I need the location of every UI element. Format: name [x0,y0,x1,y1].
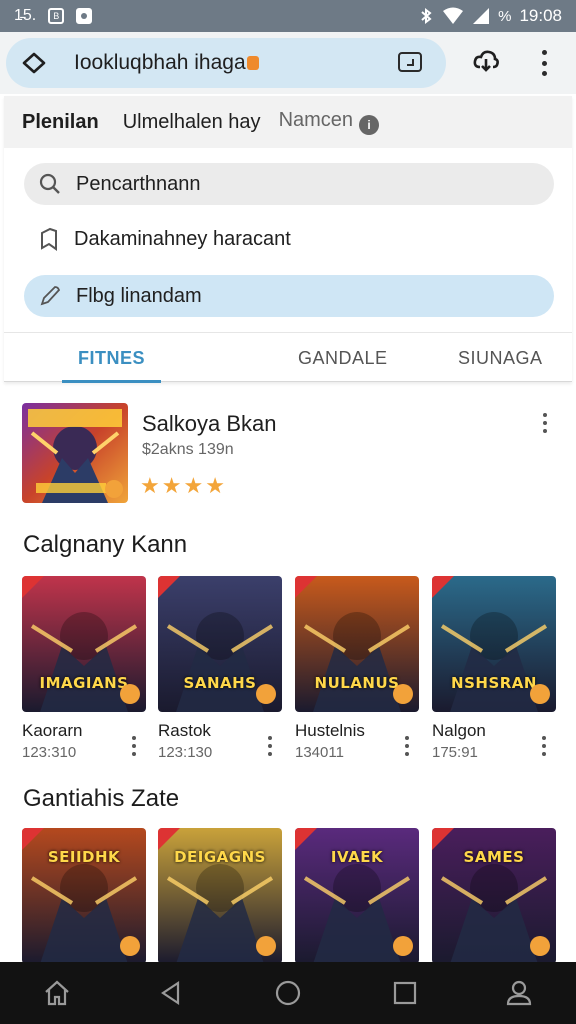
tab-switcher-icon[interactable] [398,52,422,72]
game-artwork[interactable]: NSHSRAN [432,576,556,712]
badge-icon [120,936,140,956]
menu-edit-item[interactable]: Flbg linandam [24,275,554,317]
rating-stars: ★ ★ ★ ★ [140,475,225,497]
game-card[interactable]: IVAEK [295,828,419,964]
home-icon[interactable] [20,49,48,77]
game-more-icon[interactable] [267,736,273,756]
star-icon: ★ [183,473,204,498]
status-clock: 19:08 [519,6,562,25]
section-title: Gantiahis Zate [23,785,180,812]
tab-fitnes[interactable]: FITNES [61,333,162,383]
category-tabs: FITNES GANDALE SIUNAGA [4,332,572,383]
game-more-icon[interactable] [404,736,410,756]
game-artwork[interactable]: SAMES [432,828,556,964]
game-card[interactable]: NSHSRAN Nalgon 175:91 [432,576,556,761]
system-nav-bar [0,962,576,1024]
menu-header-item-1[interactable]: Plenilan [22,111,99,134]
game-art-title: SAMES [463,848,525,866]
menu-search-label: Pencarthnann [76,172,201,195]
url-text[interactable]: Iookluqbhah ihaga [74,51,259,75]
game-card[interactable]: SAMES [432,828,556,964]
menu-edit-label: Flbg linandam [76,284,202,307]
back-icon[interactable] [154,976,188,1010]
game-more-icon[interactable] [541,736,547,756]
more-options-icon[interactable] [534,50,554,76]
game-card[interactable]: DEIGAGNS [158,828,282,964]
game-art-title: SEIIDHK [47,848,121,866]
browser-toolbar: Iookluqbhah ihaga [0,32,576,94]
url-bar[interactable]: Iookluqbhah ihaga [6,38,446,88]
signal-icon [473,8,490,24]
battery-icon: % [498,7,512,25]
info-icon: i [359,115,380,135]
tab-gandale[interactable]: GANDALE [298,333,388,383]
menu-search-item[interactable]: Pencarthnann [24,163,554,205]
star-icon: ★ [140,473,160,498]
bookmark-icon [41,227,57,251]
game-name[interactable]: Hustelnis [295,721,365,741]
game-meta: 175:91 [432,744,478,761]
browser-menu: Plenilan Ulmelhalen hay Namcen i Pencarth… [4,96,572,383]
pen-icon [40,286,61,306]
badge-icon [256,936,276,956]
featured-more-icon[interactable] [542,413,548,433]
badge-icon [120,684,140,704]
menu-bookmark-item[interactable]: Dakaminahney haracant [24,218,554,260]
game-artwork[interactable]: DEIGAGNS [158,828,282,964]
star-icon: ★ [205,473,225,498]
game-artwork[interactable]: NULANUS [295,576,419,712]
game-card[interactable]: SANAHS Rastok 123:130 [158,576,282,761]
game-name[interactable]: Rastok [158,721,211,741]
status-time-left: 1̵5. [14,7,37,24]
download-cloud-icon[interactable] [472,46,500,74]
featured-game-title[interactable]: Salkoya Bkan [142,411,277,437]
game-meta: 123:130 [158,744,213,761]
wifi-icon [443,7,464,24]
notification-box-icon: B [48,8,65,24]
game-artwork[interactable]: IVAEK [295,828,419,964]
badge-icon [393,936,413,956]
game-artwork[interactable]: SEIIDHK [22,828,146,964]
search-icon [39,173,60,194]
featured-game-artwork[interactable] [22,403,128,503]
game-artwork[interactable]: IMAGIANS [22,576,146,712]
home-nav-icon[interactable] [40,976,74,1010]
site-badge-icon [246,56,259,70]
badge-icon [530,936,550,956]
game-meta: 123:310 [22,744,77,761]
badge-icon [256,684,276,704]
featured-game-subtitle: $2akns 139n [142,441,234,458]
menu-header-item-3[interactable]: Namcen i [279,109,380,135]
menu-header-item-2[interactable]: Ulmelhalen hay [123,111,261,134]
menu-bookmark-label: Dakaminahney haracant [74,227,291,250]
game-name[interactable]: Nalgon [432,721,486,741]
game-card[interactable]: NULANUS Hustelnis 134011 [295,576,419,761]
game-art-title: DEIGAGNS [174,848,266,866]
featured-game[interactable]: Salkoya Bkan $2akns 139n ★ ★ ★ ★ [22,403,556,505]
section-title: Calgnany Kann [23,531,188,558]
game-meta: 134011 [295,744,344,761]
game-artwork[interactable]: SANAHS [158,576,282,712]
game-name[interactable]: Kaorarn [22,721,82,741]
recents-icon[interactable] [388,976,422,1010]
media-icon [76,8,93,24]
game-card[interactable]: IMAGIANS Kaorarn 123:310 [22,576,146,761]
game-art-title: IVAEK [330,848,384,866]
account-icon[interactable] [502,976,536,1010]
bluetooth-icon [421,8,432,24]
game-card[interactable]: SEIIDHK [22,828,146,964]
status-bar: 1̵5. B % 19:08 [0,0,576,32]
badge-icon [393,684,413,704]
tab-siunaga[interactable]: SIUNAGA [458,333,543,383]
game-more-icon[interactable] [131,736,137,756]
star-icon: ★ [161,473,182,498]
home-circle-icon[interactable] [271,976,305,1010]
menu-header: Plenilan Ulmelhalen hay Namcen i [4,96,572,148]
badge-icon [530,684,550,704]
